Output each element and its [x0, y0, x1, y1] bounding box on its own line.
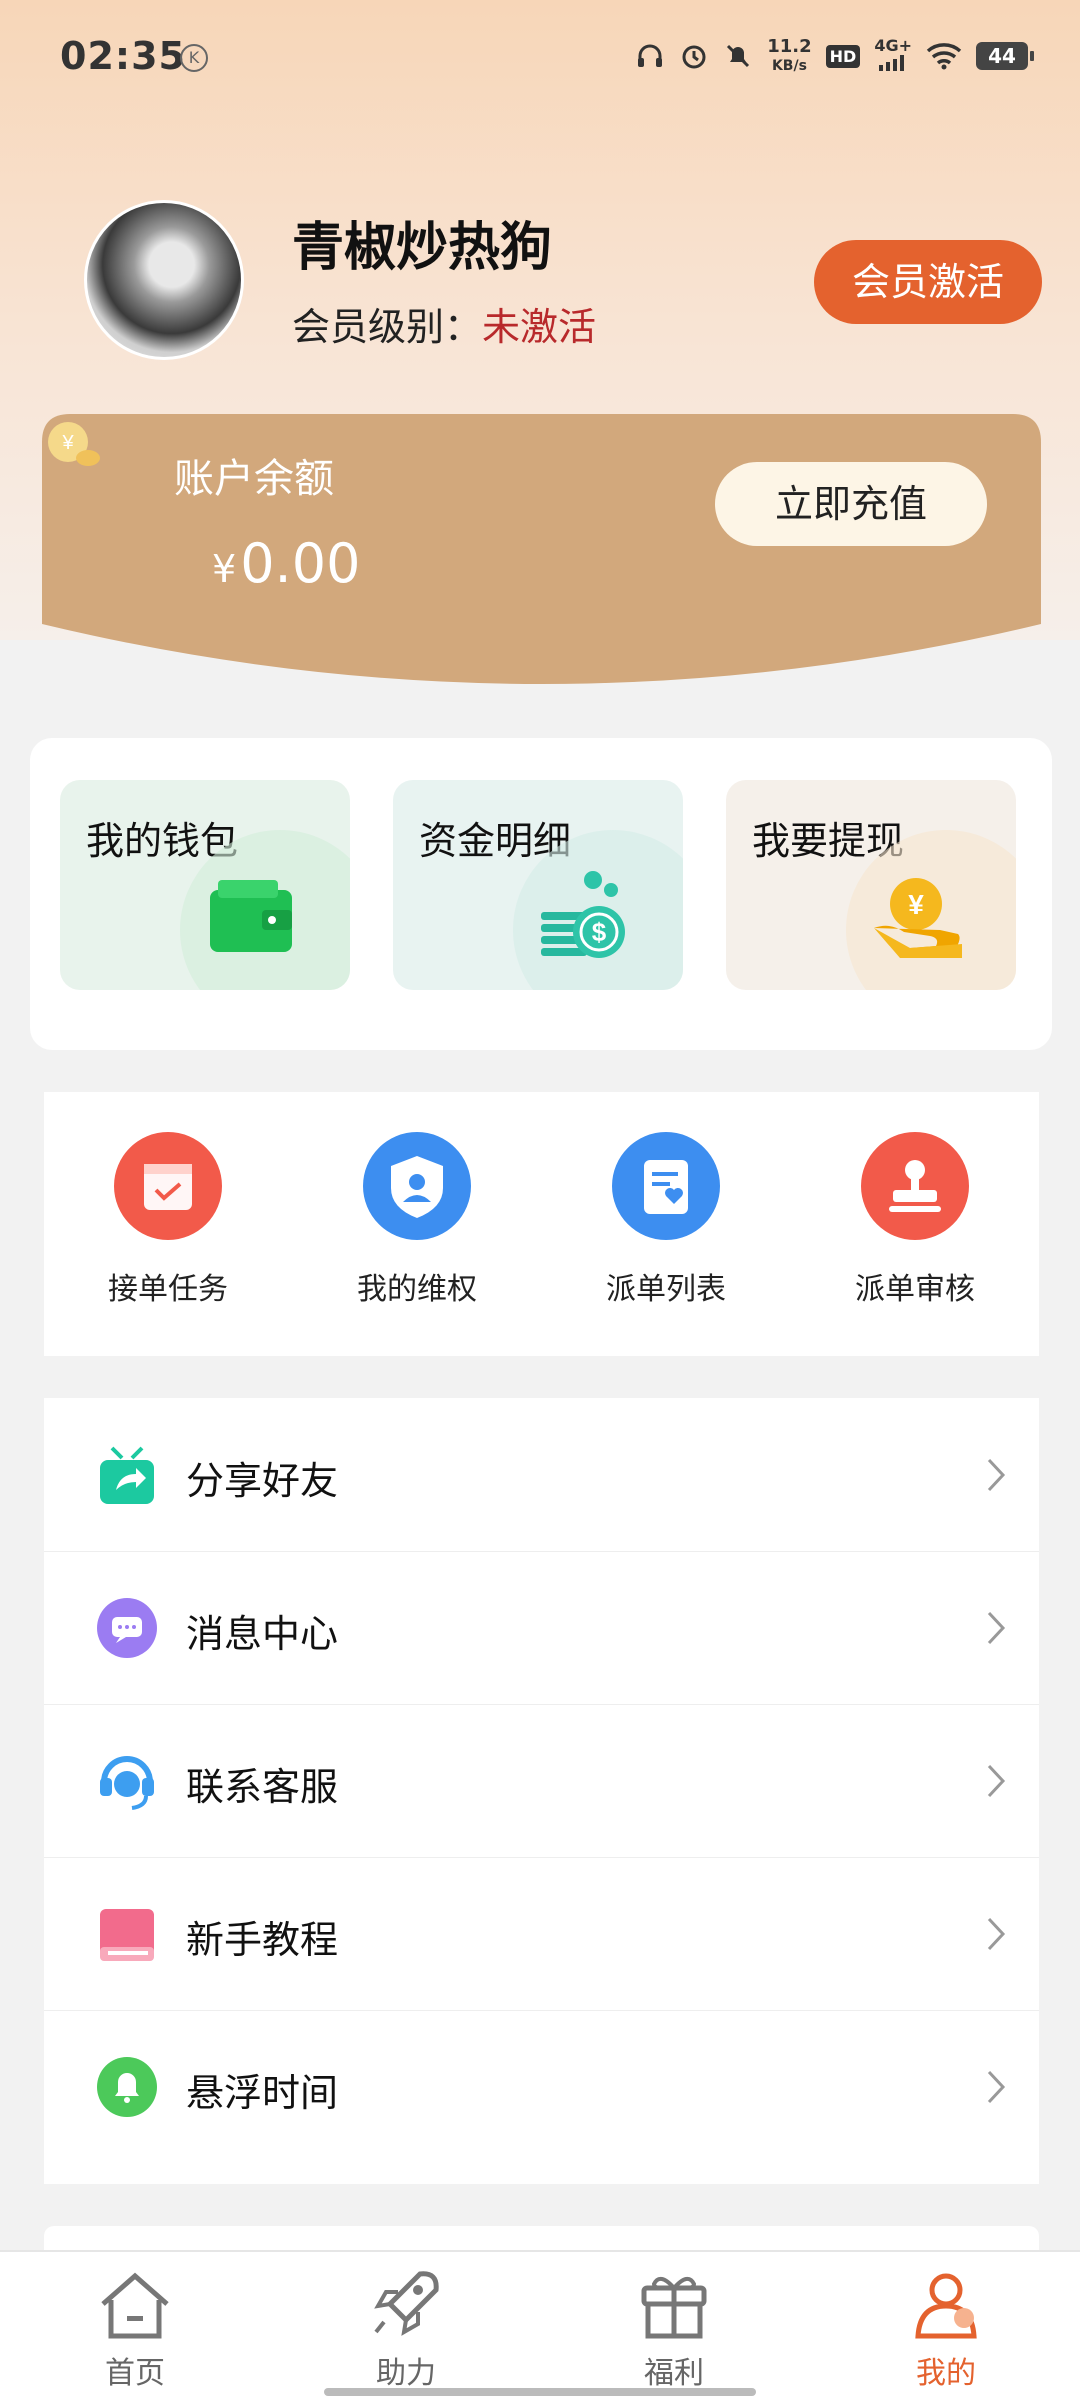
- tab-label: 福利: [644, 2356, 704, 2391]
- tab-label: 首页: [105, 2356, 165, 2391]
- message-icon: [97, 1598, 157, 1658]
- chevron-right-icon: [987, 2070, 1006, 2104]
- menu-label: 联系客服: [186, 1765, 339, 1809]
- wifi-icon: [926, 43, 962, 70]
- calendar-check-icon: [114, 1132, 222, 1240]
- balance-card: ¥ 账户余额 ¥0.00 立即充值: [42, 414, 1041, 684]
- action-my-rights[interactable]: 我的维权: [317, 1132, 517, 1308]
- tab-label: 助力: [376, 2356, 436, 2391]
- action-accept-task[interactable]: 接单任务: [68, 1132, 268, 1308]
- menu-message-center[interactable]: 消息中心: [44, 1551, 1039, 1705]
- status-icons: 11.2 KB/s HD 4G+ 44: [635, 34, 1034, 78]
- wallet-icon: [210, 880, 292, 952]
- quick-actions: 接单任务 我的维权 派单列表 派单审核: [44, 1092, 1039, 1356]
- menu-label: 消息中心: [186, 1612, 339, 1656]
- activate-member-button[interactable]: 会员激活: [814, 240, 1042, 324]
- headset-icon: [100, 1756, 154, 1810]
- shield-user-icon: [363, 1132, 471, 1240]
- menu-label: 分享好友: [186, 1459, 339, 1503]
- balance-label: 账户余额: [174, 456, 334, 502]
- balance-amount: ¥0.00: [212, 532, 361, 595]
- action-label: 派单审核: [855, 1272, 975, 1307]
- coin-bag-icon: ¥: [48, 422, 100, 466]
- chevron-right-icon: [987, 1764, 1006, 1798]
- fund-details-card[interactable]: 资金明细 $: [393, 780, 683, 990]
- recharge-button[interactable]: 立即充值: [715, 462, 987, 546]
- network-type: 4G+: [874, 37, 912, 75]
- menu-share-friends[interactable]: 分享好友: [44, 1398, 1039, 1552]
- svg-text:¥: ¥: [61, 432, 74, 454]
- status-bar: 02:35 K 11.2 KB/s HD 4G+ 44: [0, 0, 1080, 112]
- stamp-icon: [861, 1132, 969, 1240]
- wallet-panel: 我的钱包 资金明细 $ 我要提现 ¥: [30, 738, 1052, 1050]
- document-heart-icon: [612, 1132, 720, 1240]
- menu-label: 新手教程: [186, 1918, 339, 1962]
- coins-icon: $: [541, 871, 625, 958]
- profile-icon: [915, 2273, 977, 2339]
- home-icon: [101, 2272, 169, 2339]
- status-time: 02:35: [60, 34, 186, 78]
- tab-home[interactable]: 首页: [65, 2266, 205, 2392]
- home-indicator[interactable]: [324, 2388, 756, 2396]
- headphones-icon: [638, 44, 663, 67]
- menu-label: 悬浮时间: [186, 2071, 339, 2115]
- member-level: 会员级别：未激活: [292, 305, 597, 349]
- svg-text:$: $: [592, 917, 607, 947]
- tab-bar: 首页 助力 福利 我的: [0, 2250, 1080, 2402]
- avatar[interactable]: [84, 200, 244, 360]
- rocket-icon: [374, 2271, 439, 2336]
- signal-icon: [879, 55, 905, 71]
- bell-icon: [97, 2057, 157, 2117]
- battery-icon: 44: [976, 42, 1034, 70]
- action-label: 派单列表: [606, 1272, 726, 1307]
- tab-label: 我的: [916, 2356, 976, 2391]
- gift-icon: [641, 2276, 707, 2339]
- menu-customer-service[interactable]: 联系客服: [44, 1704, 1039, 1858]
- svg-text:¥: ¥: [908, 889, 924, 920]
- withdraw-card[interactable]: 我要提现 ¥: [726, 780, 1016, 990]
- tab-welfare[interactable]: 福利: [604, 2266, 744, 2392]
- member-level-value: 未激活: [482, 305, 597, 349]
- k-badge-icon: K: [180, 44, 208, 72]
- action-dispatch-list[interactable]: 派单列表: [566, 1132, 766, 1308]
- action-label: 我的维权: [357, 1272, 477, 1307]
- withdraw-icon: ¥: [874, 878, 962, 958]
- share-gift-icon: [100, 1446, 154, 1504]
- chevron-right-icon: [987, 1458, 1006, 1492]
- action-dispatch-review[interactable]: 派单审核: [815, 1132, 1015, 1308]
- menu-list: 分享好友 消息中心 联系客服 新手教程 悬浮时间: [44, 1398, 1039, 2184]
- action-label: 接单任务: [108, 1272, 228, 1307]
- mute-bell-icon: [727, 44, 750, 68]
- tab-boost[interactable]: 助力: [336, 2266, 476, 2392]
- tab-mine[interactable]: 我的: [876, 2266, 1016, 2392]
- alarm-icon: [682, 45, 706, 69]
- my-wallet-card[interactable]: 我的钱包: [60, 780, 350, 990]
- chevron-right-icon: [987, 1611, 1006, 1645]
- book-icon: [100, 1909, 154, 1961]
- net-speed: 11.2 KB/s: [767, 35, 812, 74]
- menu-tutorial[interactable]: 新手教程: [44, 1857, 1039, 2011]
- menu-float-time[interactable]: 悬浮时间: [44, 2010, 1039, 2163]
- hd-badge: HD: [825, 44, 861, 68]
- user-name: 青椒炒热狗: [292, 218, 553, 278]
- chevron-right-icon: [987, 1917, 1006, 1951]
